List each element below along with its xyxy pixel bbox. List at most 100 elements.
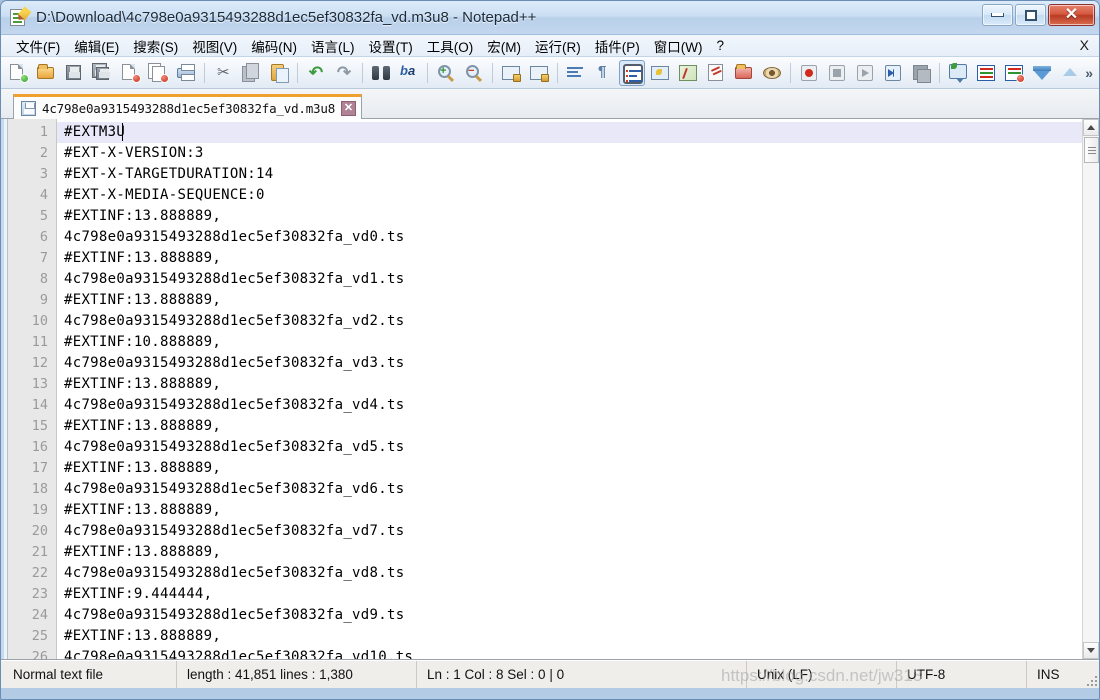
sync-horizontal-scroll-icon[interactable] [526, 60, 552, 86]
code-line: #EXTINF:13.888889, [64, 460, 222, 476]
redo-icon[interactable]: ↷ [331, 60, 357, 86]
toolbar-separator [297, 62, 298, 83]
line-number: 9 [39, 292, 48, 308]
scrollbar-thumb[interactable] [1084, 137, 1099, 163]
resize-grip-icon[interactable] [1083, 672, 1097, 686]
stop-recording-icon[interactable] [824, 60, 850, 86]
menu-search[interactable]: 搜索(S) [126, 35, 185, 57]
close-icon: ✕ [1064, 6, 1079, 23]
menu-window[interactable]: 窗口(W) [647, 35, 710, 57]
code-line: #EXTINF:13.888889, [64, 544, 222, 560]
folder-as-workspace-icon[interactable] [731, 60, 757, 86]
close-document-button[interactable]: X [1080, 37, 1089, 53]
toolbar-separator [362, 62, 363, 83]
paste-icon[interactable] [266, 60, 292, 86]
save-all-icon[interactable] [89, 60, 115, 86]
print-icon[interactable] [173, 60, 199, 86]
code-line: 4c798e0a9315493288d1ec5ef30832fa_vd8.ts [64, 565, 405, 581]
code-line: 4c798e0a9315493288d1ec5ef30832fa_vd7.ts [64, 523, 405, 539]
copy-icon[interactable] [238, 60, 264, 86]
hide-tabs-icon[interactable] [1001, 60, 1027, 86]
scroll-down-button[interactable] [1083, 642, 1099, 659]
tab-close-icon[interactable]: ✕ [341, 101, 357, 116]
function-list-icon[interactable] [703, 60, 729, 86]
open-file-icon[interactable] [33, 60, 59, 86]
run-macro-multiple-icon[interactable] [880, 60, 906, 86]
close-file-icon[interactable] [117, 60, 143, 86]
sync-vertical-scroll-icon[interactable] [498, 60, 524, 86]
zoom-in-icon[interactable]: + [433, 60, 459, 86]
document-map-icon[interactable] [675, 60, 701, 86]
save-macro-icon[interactable] [908, 60, 934, 86]
tab-m3u8-file[interactable]: 4c798e0a9315493288d1ec5ef30832fa_vd.m3u8… [13, 94, 363, 120]
notepad-plus-plus-icon [9, 5, 32, 28]
show-all-characters-icon[interactable]: ¶ [591, 60, 617, 86]
undo-icon[interactable]: ↶ [303, 60, 329, 86]
status-eol-format: Unix (LF) [747, 661, 897, 688]
code-line: 4c798e0a9315493288d1ec5ef30832fa_vd6.ts [64, 481, 405, 497]
code-line: #EXTINF:10.888889, [64, 334, 222, 350]
status-length-lines: length : 41,851 lines : 1,380 [177, 661, 417, 688]
menu-encoding[interactable]: 编码(N) [244, 35, 304, 57]
line-number: 24 [31, 607, 48, 623]
close-all-files-icon[interactable] [145, 60, 171, 86]
code-line: #EXTINF:13.888889, [64, 376, 222, 392]
code-line: 4c798e0a9315493288d1ec5ef30832fa_vd2.ts [64, 313, 405, 329]
line-number: 12 [31, 355, 48, 371]
menu-run[interactable]: 运行(R) [528, 35, 588, 57]
code-line: #EXTINF:13.888889, [64, 418, 222, 434]
code-line: #EXTINF:9.444444, [64, 586, 213, 602]
show-tabs-icon[interactable] [973, 60, 999, 86]
menu-edit[interactable]: 编辑(E) [67, 35, 126, 57]
uncollapse-all-icon[interactable] [1057, 60, 1083, 86]
save-icon[interactable] [61, 60, 87, 86]
tab-label: 4c798e0a9315493288d1ec5ef30832fa_vd.m3u8 [42, 101, 336, 116]
line-number: 3 [39, 166, 48, 182]
user-defined-dialog-icon[interactable] [647, 60, 673, 86]
run-icon[interactable] [945, 60, 971, 86]
menu-help[interactable]: ? [709, 37, 731, 54]
cut-icon[interactable]: ✂ [210, 60, 236, 86]
code-line: #EXT-X-VERSION:3 [64, 145, 204, 161]
code-text-area[interactable]: #EXTM3U #EXT-X-VERSION:3 #EXT-X-TARGETDU… [57, 119, 1082, 659]
status-encoding: UTF-8 [897, 661, 1027, 688]
line-number: 11 [31, 334, 48, 350]
collapse-all-icon[interactable] [1029, 60, 1055, 86]
docked-panel-edge [1, 119, 8, 659]
menu-plugins[interactable]: 插件(P) [588, 35, 647, 57]
line-number: 20 [31, 523, 48, 539]
line-number: 1 [39, 124, 48, 140]
record-macro-icon[interactable] [796, 60, 822, 86]
play-macro-icon[interactable] [852, 60, 878, 86]
find-icon[interactable] [368, 60, 394, 86]
line-number: 15 [31, 418, 48, 434]
new-file-icon[interactable] [5, 60, 31, 86]
toolbar: ✂ ↶ ↷ ba + − ¶ » [1, 57, 1099, 89]
toolbar-separator [790, 62, 791, 83]
zoom-out-icon[interactable]: − [461, 60, 487, 86]
line-number: 18 [31, 481, 48, 497]
code-line: #EXTINF:13.888889, [64, 628, 222, 644]
vertical-scrollbar[interactable] [1082, 119, 1099, 659]
replace-icon[interactable]: ba [396, 60, 422, 86]
close-button[interactable]: ✕ [1048, 4, 1095, 26]
toolbar-overflow-button[interactable]: » [1085, 65, 1093, 81]
indent-guide-icon[interactable] [619, 59, 645, 86]
minimize-icon [991, 13, 1004, 17]
menu-language[interactable]: 语言(L) [304, 35, 362, 57]
menu-view[interactable]: 视图(V) [185, 35, 244, 57]
code-line: 4c798e0a9315493288d1ec5ef30832fa_vd5.ts [64, 439, 405, 455]
line-number: 17 [31, 460, 48, 476]
menu-file[interactable]: 文件(F) [9, 35, 67, 57]
menu-tools[interactable]: 工具(O) [420, 35, 481, 57]
toolbar-separator [204, 62, 205, 83]
monitoring-icon[interactable] [759, 60, 785, 86]
menu-macro[interactable]: 宏(M) [480, 35, 528, 57]
code-line: 4c798e0a9315493288d1ec5ef30832fa_vd4.ts [64, 397, 405, 413]
chevron-down-icon [1087, 648, 1095, 653]
menu-settings[interactable]: 设置(T) [362, 35, 420, 57]
scroll-up-button[interactable] [1083, 119, 1099, 136]
minimize-button[interactable] [982, 4, 1013, 26]
maximize-button[interactable] [1015, 4, 1046, 26]
word-wrap-icon[interactable] [563, 60, 589, 86]
